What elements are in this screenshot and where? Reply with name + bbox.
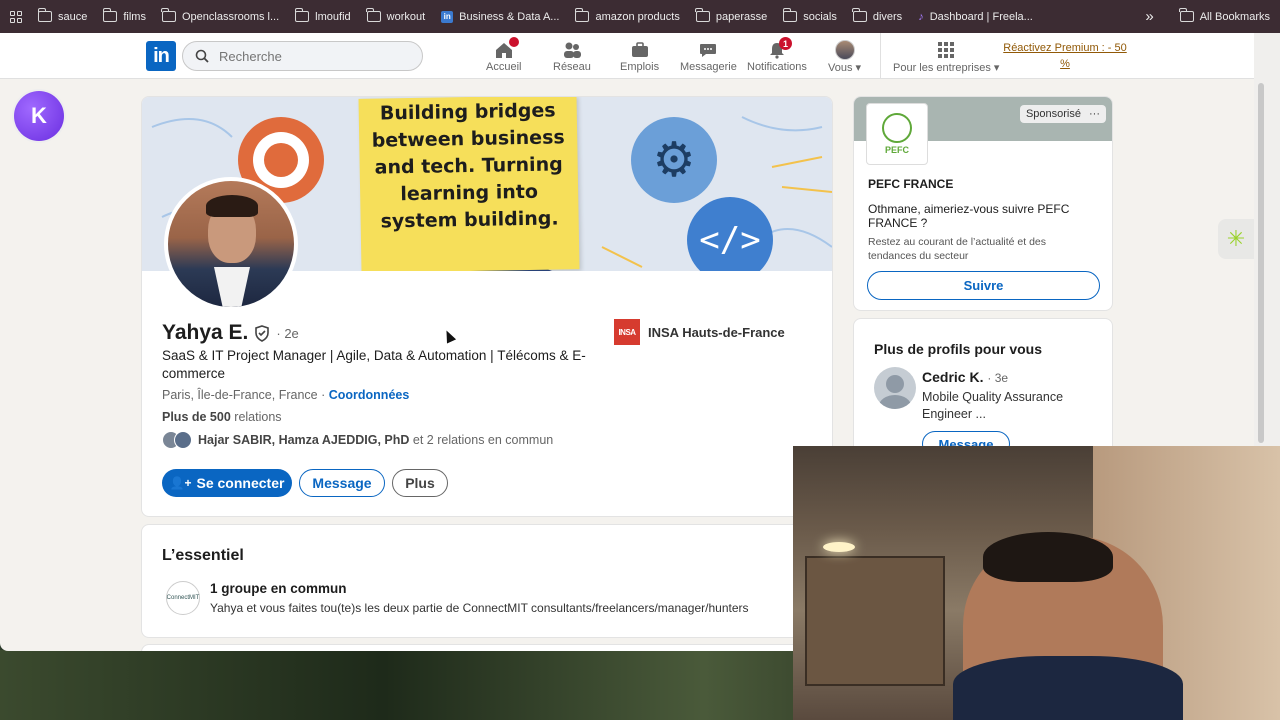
next-card bbox=[141, 644, 833, 651]
folder-icon bbox=[852, 8, 867, 22]
profile-card: Building bridges between business and te… bbox=[141, 96, 833, 517]
linkedin-icon: in bbox=[441, 10, 454, 23]
k-extension-icon[interactable]: K bbox=[14, 91, 64, 141]
folder-icon bbox=[161, 8, 176, 22]
bookmark-business-data[interactable]: in Business & Data A... bbox=[441, 10, 559, 23]
premium-link[interactable]: Réactivez Premium : - 50 % bbox=[1002, 40, 1128, 72]
verified-shield-icon[interactable] bbox=[254, 324, 270, 342]
profile-location: Paris, Île-de-France, France · Coordonné… bbox=[162, 388, 410, 402]
ad-question: Othmane, aimeriez-vous suivre PEFC FRANC… bbox=[868, 202, 1070, 230]
bookmark-divers[interactable]: divers bbox=[852, 8, 902, 23]
add-person-icon: 👤+ bbox=[169, 476, 192, 490]
profile-suggestion-headline: Mobile Quality Assurance Engineer ... bbox=[922, 390, 1064, 421]
nav-messagerie[interactable]: Messagerie bbox=[680, 39, 737, 73]
mutual-avatars bbox=[162, 431, 192, 449]
banner-note: Building bridges between business and te… bbox=[358, 97, 580, 271]
sponsored-card: PEFC Sponsorisé ··· PEFC FRANCE Othmane, … bbox=[853, 96, 1113, 311]
mutual-connections[interactable]: Hajar SABIR, Hamza AJEDDIG, PhD et 2 rel… bbox=[162, 431, 553, 449]
pefc-logo[interactable]: PEFC bbox=[866, 103, 928, 165]
profile-avatar[interactable] bbox=[164, 177, 298, 311]
messaging-icon bbox=[696, 39, 720, 61]
bookmark-films[interactable]: films bbox=[102, 8, 146, 23]
tree-icon bbox=[882, 113, 912, 143]
folder-icon bbox=[294, 8, 310, 22]
folder-icon bbox=[574, 8, 590, 22]
nav-entreprises[interactable]: Pour les entreprises ▾ bbox=[893, 39, 999, 74]
profile-name: Yahya E. bbox=[162, 321, 249, 344]
group-title: 1 groupe en commun bbox=[210, 581, 347, 596]
connection-degree: · 2e bbox=[276, 325, 299, 341]
profile-suggestion-name[interactable]: Cedric K. · 3e bbox=[922, 369, 1008, 385]
notifications-badge: 1 bbox=[778, 37, 792, 50]
profile-school[interactable]: INSA INSA Hauts-de-France bbox=[614, 319, 785, 345]
bookmark-amazon-products[interactable]: amazon products bbox=[574, 8, 680, 23]
folder-icon bbox=[782, 8, 798, 22]
essentiel-title: L’essentiel bbox=[162, 547, 244, 564]
folder-icon bbox=[695, 8, 710, 22]
home-icon bbox=[492, 37, 519, 61]
all-bookmarks[interactable]: All Bookmarks bbox=[1179, 8, 1270, 23]
bookmark-dashboard-freela[interactable]: ♪ Dashboard | Freela... bbox=[918, 11, 1033, 23]
group-logo[interactable]: ConnectMIT bbox=[166, 581, 200, 615]
ad-description: Restez au courant de l’actualité et des … bbox=[868, 236, 1047, 262]
folder-icon bbox=[366, 8, 381, 22]
search-input[interactable] bbox=[219, 48, 399, 64]
side-widget-icon[interactable]: ✳ bbox=[1218, 219, 1254, 259]
bell-icon: 1 bbox=[765, 37, 792, 61]
bookmarks-overflow-button[interactable]: » bbox=[1145, 8, 1153, 25]
gear-icon: ⚙ bbox=[631, 117, 717, 203]
folder-icon bbox=[1179, 8, 1194, 22]
bookmark-openclassrooms[interactable]: Openclassrooms l... bbox=[161, 8, 279, 23]
briefcase-icon bbox=[628, 39, 652, 61]
dashboard-icon: ♪ bbox=[918, 10, 924, 23]
profile-name-row: Yahya E. · 2e bbox=[162, 321, 299, 345]
nav-notifications[interactable]: 1 Notifications bbox=[747, 37, 807, 73]
more-button[interactable]: Plus bbox=[392, 469, 448, 497]
webcam-overlay bbox=[793, 446, 1280, 720]
nav-divider bbox=[880, 33, 881, 79]
more-profiles-title: Plus de profils pour vous bbox=[874, 341, 1043, 357]
search-bar[interactable] bbox=[182, 41, 423, 71]
more-options-icon[interactable]: ··· bbox=[1089, 108, 1100, 120]
message-button[interactable]: Message bbox=[299, 469, 385, 497]
bookmark-sauce[interactable]: sauce bbox=[37, 8, 87, 23]
user-avatar-icon bbox=[833, 39, 857, 61]
nav-vous[interactable]: Vous ▾ bbox=[828, 39, 861, 74]
folder-icon bbox=[37, 8, 52, 22]
network-icon bbox=[560, 39, 584, 61]
connect-button[interactable]: 👤+ Se connecter bbox=[162, 469, 292, 497]
bookmark-lmoufid[interactable]: lmoufid bbox=[294, 8, 351, 23]
bookmark-socials[interactable]: socials bbox=[782, 8, 837, 23]
apps-grid-icon[interactable] bbox=[10, 10, 22, 23]
sponsored-badge[interactable]: Sponsorisé ··· bbox=[1019, 105, 1106, 123]
nav-reseau[interactable]: Réseau bbox=[553, 39, 591, 73]
insa-logo: INSA bbox=[614, 319, 640, 345]
folder-icon bbox=[102, 8, 118, 22]
follow-button[interactable]: Suivre bbox=[867, 271, 1100, 300]
nav-accueil[interactable]: Accueil bbox=[486, 37, 521, 73]
scrollbar-thumb[interactable] bbox=[1258, 83, 1264, 443]
profile-headline: SaaS & IT Project Manager | Agile, Data … bbox=[162, 348, 586, 381]
linkedin-logo[interactable]: in bbox=[146, 41, 176, 71]
bookmark-paperasse[interactable]: paperasse bbox=[695, 8, 767, 23]
top-nav: in Accueil Réseau Emplois bbox=[0, 33, 1254, 79]
profile-relations[interactable]: Plus de 500 relations bbox=[162, 410, 282, 424]
ad-company-name[interactable]: PEFC FRANCE bbox=[868, 177, 953, 191]
home-dot-badge bbox=[508, 37, 519, 47]
contact-info-link[interactable]: Coordonnées bbox=[329, 388, 410, 402]
search-icon bbox=[195, 49, 209, 63]
group-desc: Yahya et vous faites tou(te)s les deux p… bbox=[210, 601, 749, 615]
nav-emplois[interactable]: Emplois bbox=[620, 39, 659, 73]
bookmark-workout[interactable]: workout bbox=[366, 8, 425, 23]
essentiel-card: L’essentiel ConnectMIT 1 groupe en commu… bbox=[141, 524, 833, 638]
profile-suggestion-avatar[interactable] bbox=[874, 367, 916, 409]
bookmarks-bar: sauce films Openclassrooms l... lmoufid … bbox=[0, 0, 1280, 33]
apps-grid-icon bbox=[934, 39, 958, 61]
